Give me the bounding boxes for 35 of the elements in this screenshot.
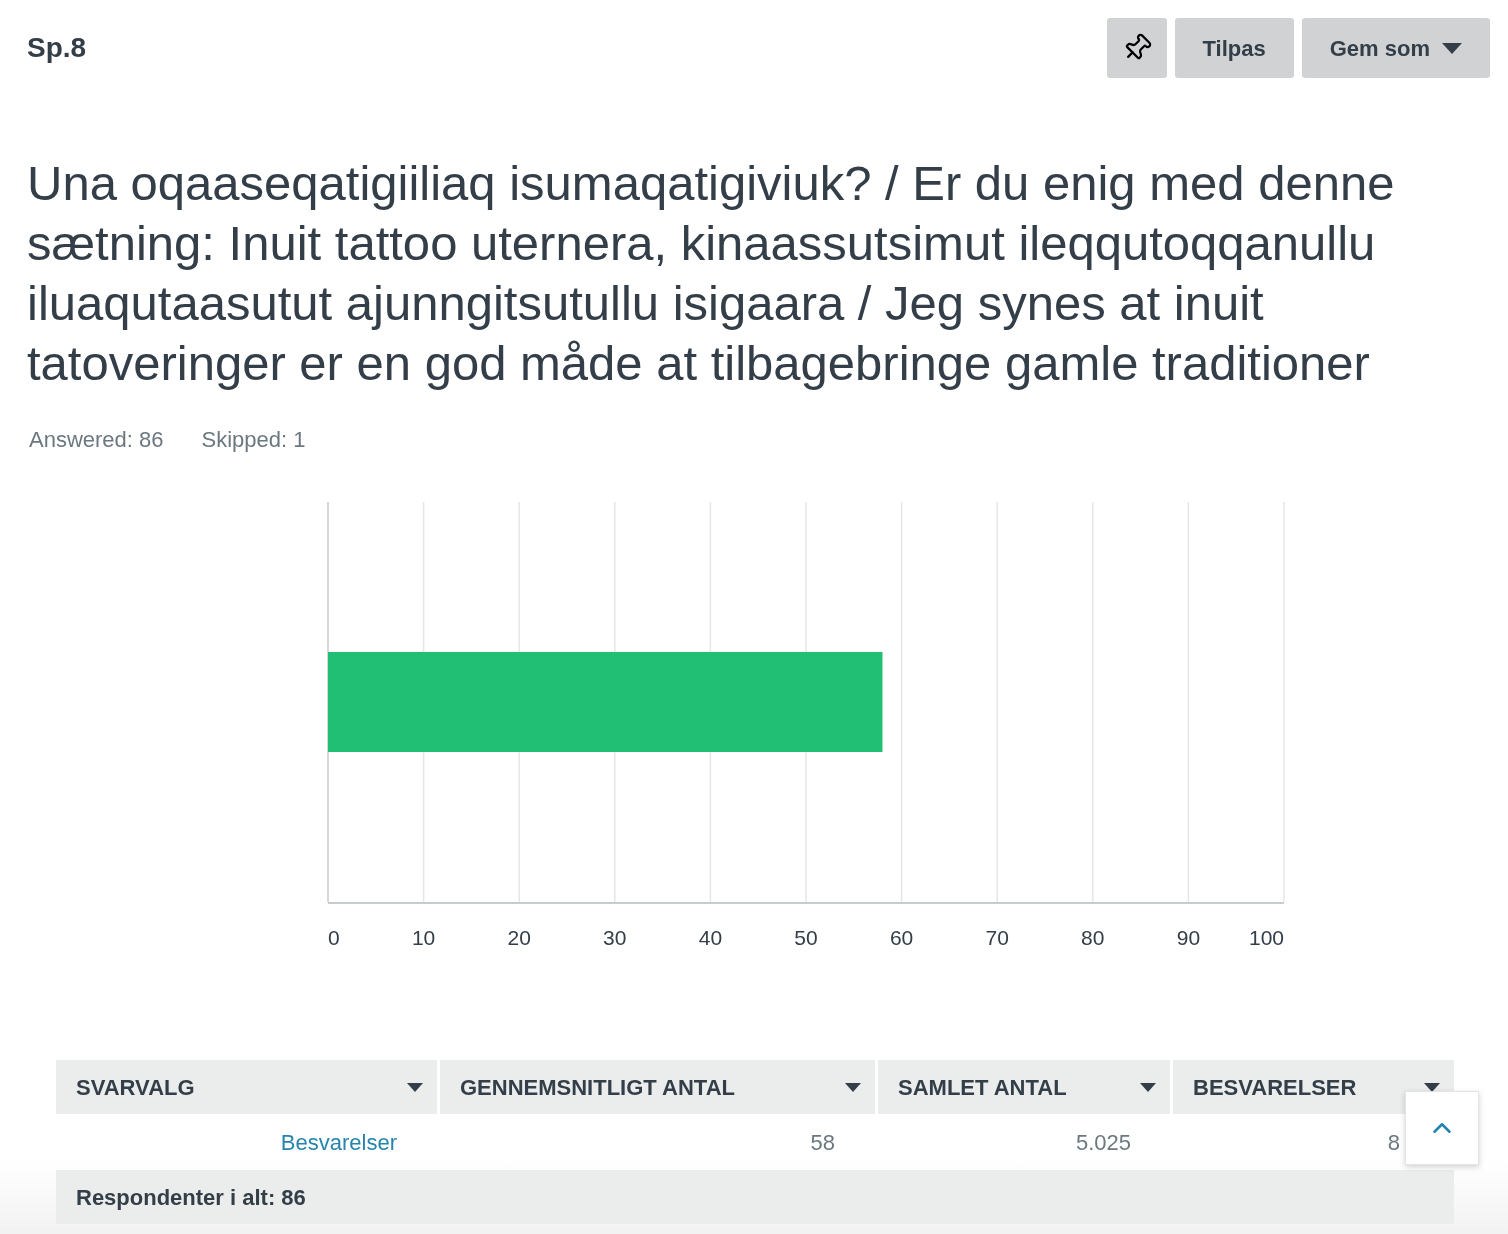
axis-tick-label: 70: [985, 926, 1009, 949]
axis-tick-label: 100: [1248, 926, 1284, 949]
response-stat: Skipped: 1: [201, 426, 306, 454]
response-stat: Answered: 86: [29, 426, 164, 454]
table-cell-text: 58: [810, 1128, 835, 1157]
axis-tick-label: 10: [411, 926, 436, 949]
axis-tick-label: 20: [507, 926, 531, 949]
axis-tick-label: 50: [794, 926, 818, 949]
column-header[interactable]: BESVARELSER: [1173, 1060, 1454, 1114]
axis-tick-label: 90: [1176, 926, 1201, 949]
table-cell-text: 8: [1387, 1128, 1400, 1157]
sort-caret-icon: [845, 1082, 861, 1092]
question-text: Una oqaaseqatigiiliaq isumaqatigiviuk? / Er du enig med denne sætning: Inuit tattoo uternera, kinaassutsimut ileqqutoqqanullu iluaqutaasutut ajunngitsutullu isigaara / Jeg synes at inuit tatoveringer er en god måde at tilbagebringe gamle traditioner: [27, 155, 1396, 392]
customize-button[interactable]: Tilpas: [1174, 18, 1294, 78]
save-as-button[interactable]: Gem som: [1301, 18, 1490, 78]
column-header-label: SAMLET ANTAL: [898, 1073, 1067, 1102]
axis-tick-label: 40: [698, 926, 723, 949]
column-header-label: SVARVALG: [76, 1073, 195, 1102]
column-header[interactable]: SAMLET ANTAL: [878, 1060, 1170, 1114]
axis-tick-label: 80: [1081, 926, 1105, 949]
table-cell-text: 5.025: [1075, 1128, 1131, 1157]
sort-caret-icon: [407, 1082, 423, 1092]
sort-caret-icon: [1140, 1082, 1156, 1092]
column-header[interactable]: SVARVALG: [56, 1060, 437, 1114]
axis-tick-label: 30: [603, 926, 627, 949]
caret-icon: [1442, 42, 1462, 54]
column-header-label: GENNEMSNITLIGT ANTAL: [460, 1073, 735, 1102]
table-footer: Respondenter i alt: 86: [56, 1170, 1454, 1224]
answer-choice-link[interactable]: Besvarelser: [280, 1125, 397, 1159]
question-number: Sp.8: [27, 31, 87, 65]
column-header-label: BESVARELSER: [1193, 1073, 1357, 1102]
axis-tick-label: 60: [889, 926, 914, 949]
column-header[interactable]: GENNEMSNITLIGT ANTAL: [440, 1060, 875, 1114]
axis-tick-label: 0: [328, 926, 340, 949]
pin-button[interactable]: [1106, 18, 1167, 78]
